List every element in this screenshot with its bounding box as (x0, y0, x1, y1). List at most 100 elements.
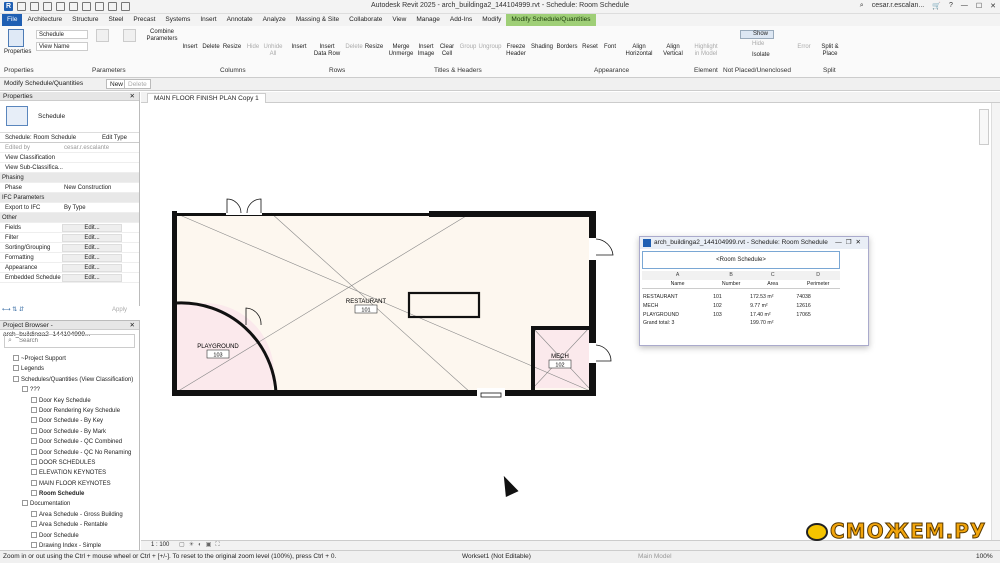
tab-add-ins[interactable]: Add-Ins (445, 14, 477, 26)
edit-button[interactable]: Edit... (62, 274, 122, 282)
shading-button[interactable]: Shading (530, 29, 554, 51)
tab-collaborate[interactable]: Collaborate (344, 14, 387, 26)
table-row[interactable]: RESTAURANT 101 172.53 m² 74038 (642, 293, 840, 302)
insert-image-button[interactable]: Insert Image (415, 29, 437, 58)
edit-button[interactable]: Edit... (62, 264, 122, 272)
group-button[interactable]: Group (458, 29, 478, 51)
minimize-button[interactable]: — (961, 2, 968, 10)
cell-number[interactable]: 101 (712, 293, 749, 302)
tab-insert[interactable]: Insert (195, 14, 221, 26)
tab-file[interactable]: File (2, 14, 23, 26)
merge-unmerge-button[interactable]: Merge Unmerge (387, 29, 415, 58)
browser-item[interactable]: Door Schedule - QC Combined (0, 437, 139, 447)
reset-button[interactable]: Reset (580, 29, 600, 51)
vertical-scrollbar[interactable] (991, 103, 1000, 540)
highlight-in-model-button[interactable]: Highlight in Model (692, 29, 720, 58)
room-name-label[interactable]: MECH (551, 354, 569, 360)
hide-button[interactable]: Hide (740, 41, 774, 48)
edit-button[interactable]: Edit... (62, 234, 122, 242)
properties-button[interactable]: Properties (4, 29, 31, 56)
view-name-select[interactable]: View Name (36, 42, 88, 51)
apply-button[interactable]: Apply (112, 307, 127, 313)
error-button[interactable]: Error (794, 29, 814, 51)
browser-item[interactable]: Legends (0, 364, 139, 374)
edit-type-button[interactable]: Edit Type (102, 133, 127, 143)
browser-item[interactable]: Room Schedule (0, 489, 139, 499)
close-button[interactable]: ✕ (990, 2, 996, 10)
browser-item[interactable]: Door Schedule (0, 531, 139, 541)
cell-perimeter[interactable]: 12616 (795, 302, 840, 311)
edit-button[interactable]: Edit... (62, 244, 122, 252)
cell-name[interactable]: RESTAURANT (642, 293, 712, 302)
column-letter[interactable]: B (712, 271, 750, 280)
edit-button[interactable]: Edit... (62, 254, 122, 262)
help-icon[interactable]: ? (949, 2, 953, 10)
browser-item[interactable]: Door Key Schedule (0, 396, 139, 406)
delete-param-button[interactable] (92, 29, 112, 44)
delete-button[interactable]: Delete (124, 79, 151, 89)
maximize-button[interactable]: ☐ (976, 2, 982, 10)
tab-modify[interactable]: Modify (477, 14, 506, 26)
tab-structure[interactable]: Structure (67, 14, 103, 26)
close-icon[interactable]: ✕ (130, 92, 135, 101)
search-icon[interactable]: ⌕ (860, 2, 864, 10)
insert-column-button[interactable]: Insert (180, 29, 200, 51)
browser-item[interactable]: Area Schedule - Rentable (0, 520, 139, 530)
phasing-category[interactable]: Phasing (0, 173, 139, 183)
view-scale[interactable]: 1 : 100 (151, 542, 169, 548)
resize-row-button[interactable]: Resize (364, 29, 384, 51)
browser-item[interactable]: ELEVATION KEYNOTES (0, 468, 139, 478)
table-row[interactable]: PLAYGROUND 103 17.40 m² 17065 (642, 310, 840, 319)
align-horizontal-button[interactable]: Align Horizontal (622, 29, 656, 58)
view-control-icons[interactable]: ▢☀◐▣⛶ (179, 542, 224, 548)
browser-item[interactable]: ~Project Support (0, 354, 139, 364)
header-cell[interactable]: Number (712, 279, 750, 289)
browser-item[interactable]: Schedules/Quantities (View Classificatio… (0, 375, 139, 385)
column-letter[interactable]: D (795, 271, 840, 280)
tab-architecture[interactable]: Architecture (22, 14, 67, 26)
cell-number[interactable]: 102 (712, 302, 749, 311)
tab-precast[interactable]: Precast (128, 14, 160, 26)
schedule-table[interactable]: A B C D Name Number Area Perimeter RESTA… (642, 271, 840, 328)
room-name-label[interactable]: RESTAURANT (346, 299, 387, 305)
ifc-category[interactable]: IFC Parameters (0, 193, 139, 203)
minimize-icon[interactable]: — (835, 239, 846, 246)
cell-name[interactable]: PLAYGROUND (642, 310, 712, 319)
other-category[interactable]: Other (0, 213, 139, 223)
cell-area[interactable]: 172.53 m² (749, 293, 795, 302)
resize-column-button[interactable]: Resize (222, 29, 242, 51)
column-letter[interactable]: A (642, 271, 713, 280)
browser-search-input[interactable] (19, 336, 119, 346)
type-selector[interactable]: Schedule (0, 101, 139, 133)
properties-help-link[interactable]: ⟷ ⇅ ⇵ (2, 306, 24, 313)
borders-button[interactable]: Borders (555, 29, 579, 51)
cart-icon[interactable]: 🛒 (932, 2, 941, 10)
tab-modify-schedule[interactable]: Modify Schedule/Quantities (506, 14, 596, 26)
cell-name[interactable]: MECH (642, 302, 712, 311)
prop-value[interactable]: By Type (64, 203, 86, 213)
user-name[interactable]: cesar.r.escalan... (872, 2, 925, 10)
room-number-label[interactable]: 103 (213, 353, 222, 359)
cell-perimeter[interactable]: 74038 (795, 293, 840, 302)
close-icon[interactable]: ✕ (856, 239, 865, 246)
browser-item[interactable]: Documentation (0, 499, 139, 509)
browser-search-box[interactable]: ⌕ (4, 334, 135, 348)
room-number-label[interactable]: 102 (555, 363, 564, 369)
cell-perimeter[interactable]: 17065 (795, 310, 840, 319)
restore-icon[interactable]: ❐ (846, 239, 856, 246)
close-icon[interactable]: ✕ (130, 321, 135, 330)
browser-item[interactable]: ??? (0, 385, 139, 395)
freeze-header-button[interactable]: Freeze Header (503, 29, 529, 58)
browser-item[interactable]: Door Schedule - By Mark (0, 427, 139, 437)
workset-select[interactable]: Workset1 (Not Editable) (462, 551, 531, 563)
schedule-title-cell[interactable]: <Room Schedule> (642, 251, 840, 269)
cell-area[interactable]: 17.40 m² (749, 310, 795, 319)
tab-annotate[interactable]: Annotate (222, 14, 258, 26)
room-number-label[interactable]: 101 (361, 308, 370, 314)
browser-item[interactable]: Area Schedule - Gross Building (0, 510, 139, 520)
browser-item[interactable]: MAIN FLOOR KEYNOTES (0, 479, 139, 489)
browser-item[interactable]: Door Schedule - QC No Renaming (0, 448, 139, 458)
tab-analyze[interactable]: Analyze (258, 14, 291, 26)
split-place-button[interactable]: Split & Place (818, 29, 842, 58)
tab-manage[interactable]: Manage (411, 14, 445, 26)
